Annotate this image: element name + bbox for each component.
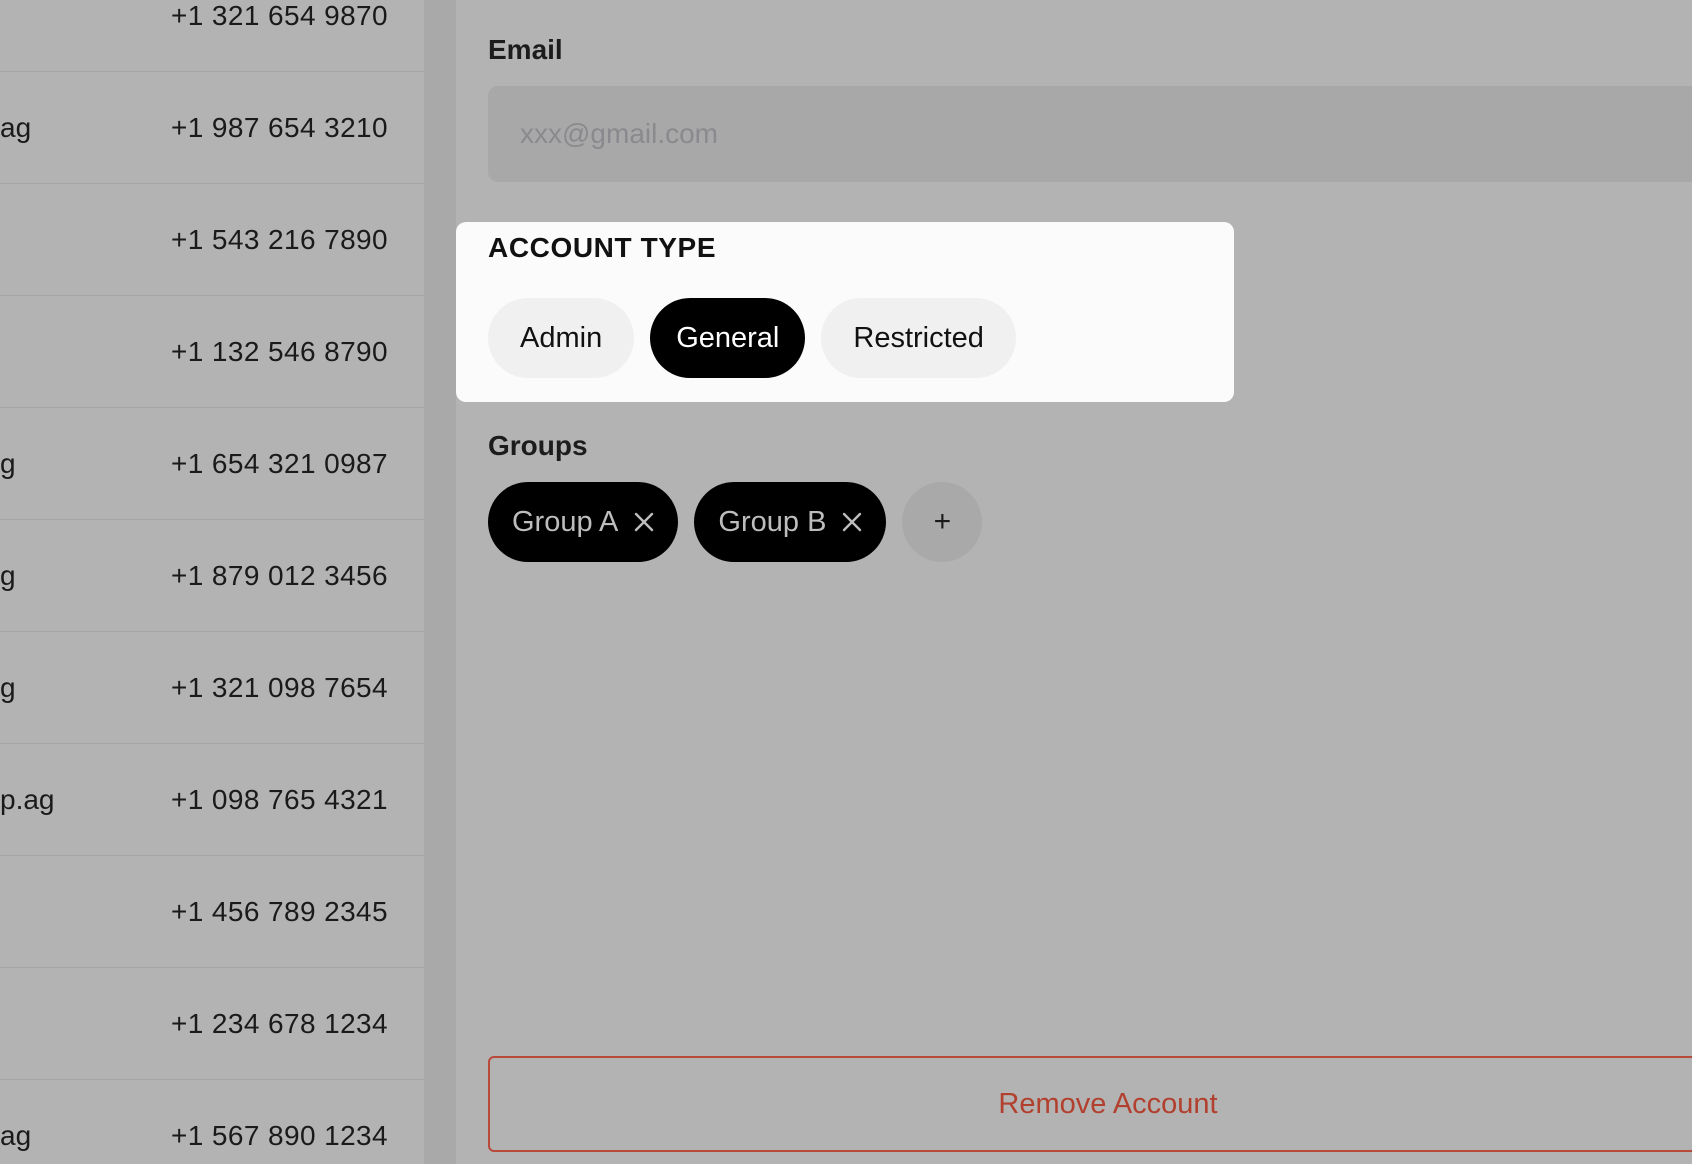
list-item[interactable]: +1 132 546 8790: [0, 296, 424, 408]
list-item[interactable]: g +1 879 012 3456: [0, 520, 424, 632]
row-email: g: [0, 559, 16, 591]
row-email: g: [0, 671, 16, 703]
group-chip[interactable]: Group A: [488, 482, 679, 562]
row-phone: +1 654 321 0987: [171, 447, 388, 479]
list-item[interactable]: g +1 321 098 7654: [0, 632, 424, 744]
row-phone: +1 321 098 7654: [171, 671, 388, 703]
list-item[interactable]: p.ag +1 098 765 4321: [0, 744, 424, 856]
row-phone: +1 234 678 1234: [171, 1007, 388, 1039]
row-email: ag: [0, 1119, 32, 1151]
add-group-button[interactable]: +: [902, 482, 983, 562]
plus-icon: +: [933, 505, 952, 538]
group-chip-label: Group A: [512, 505, 619, 538]
account-type-restricted[interactable]: Restricted: [821, 298, 1016, 378]
list-item[interactable]: +1 234 678 1234: [0, 968, 424, 1080]
account-type-admin[interactable]: Admin: [488, 298, 635, 378]
contact-list: +1 321 654 9870 ag +1 987 654 3210 +1 54…: [0, 0, 424, 1164]
list-item[interactable]: ag +1 987 654 3210: [0, 72, 424, 184]
row-phone: +1 456 789 2345: [171, 895, 388, 927]
edit-form: Email Groups Group A Group B + Remove Ac…: [456, 0, 1692, 1164]
row-phone: +1 098 765 4321: [171, 783, 388, 815]
list-item[interactable]: g +1 654 321 0987: [0, 408, 424, 520]
groups-label: Groups: [488, 430, 588, 461]
account-type-general[interactable]: General: [650, 298, 806, 378]
account-type-options: Admin General Restricted: [488, 298, 1016, 378]
row-phone: +1 132 546 8790: [171, 335, 388, 367]
row-phone: +1 321 654 9870: [171, 0, 388, 31]
list-item[interactable]: +1 543 216 7890: [0, 184, 424, 296]
list-item[interactable]: +1 456 789 2345: [0, 856, 424, 968]
close-icon[interactable]: [840, 510, 864, 534]
account-type-card: ACCOUNT TYPE Admin General Restricted: [456, 222, 1234, 402]
row-phone: +1 987 654 3210: [171, 111, 388, 143]
row-phone: +1 567 890 1234: [171, 1119, 388, 1151]
group-chip[interactable]: Group B: [694, 482, 887, 562]
row-phone: +1 879 012 3456: [171, 559, 388, 591]
remove-account-button[interactable]: Remove Account: [488, 1056, 1692, 1152]
row-phone: +1 543 216 7890: [171, 223, 388, 255]
account-type-title: ACCOUNT TYPE: [488, 232, 717, 263]
list-item[interactable]: +1 321 654 9870: [0, 0, 424, 72]
list-item[interactable]: ag +1 567 890 1234: [0, 1080, 424, 1164]
row-email: ag: [0, 111, 32, 143]
group-chips: Group A Group B +: [488, 482, 983, 562]
row-email: g: [0, 447, 16, 479]
row-email: p.ag: [0, 783, 55, 815]
close-icon[interactable]: [632, 510, 656, 534]
group-chip-label: Group B: [718, 505, 827, 538]
panel-divider: [424, 0, 456, 1164]
email-input[interactable]: [488, 86, 1692, 182]
email-label: Email: [488, 34, 563, 65]
